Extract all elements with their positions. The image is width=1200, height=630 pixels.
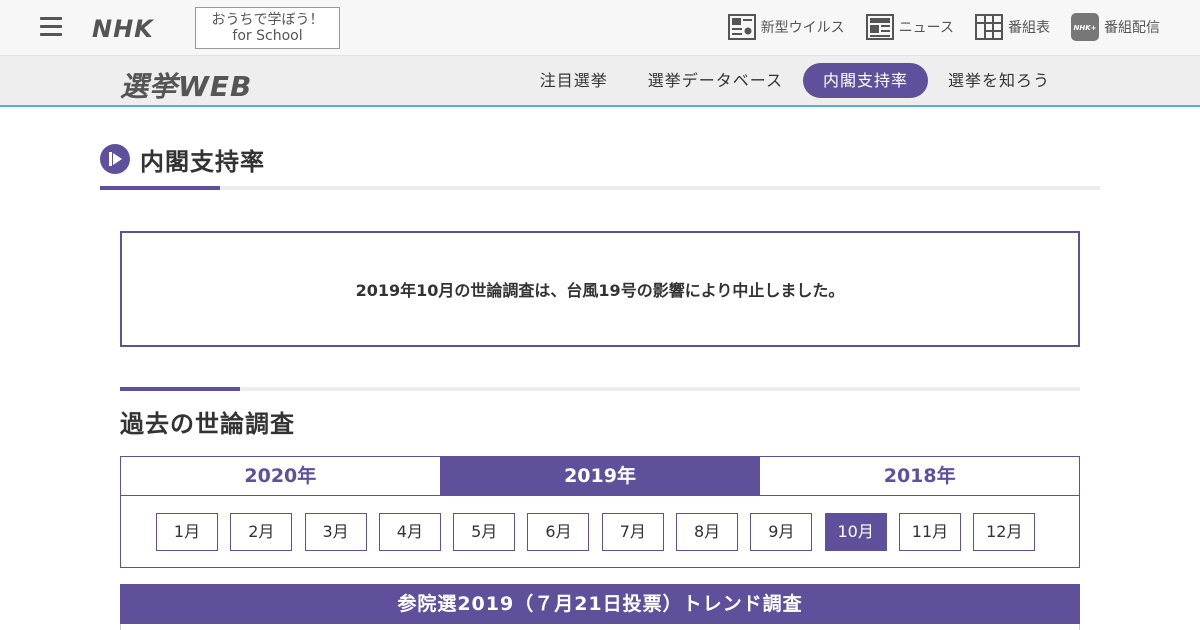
month-selector: 1月 2月 3月 4月 5月 6月 7月 8月 9月 10月 11月 12月 [120,495,1080,568]
month-button-12[interactable]: 12月 [973,513,1036,551]
nav-link-featured[interactable]: 注目選挙 [520,63,628,98]
for-school-line2: for School [232,28,303,44]
page-heading: 内閣支持率 [100,140,1100,191]
month-button-4[interactable]: 4月 [378,513,441,551]
month-row: 1月 2月 3月 4月 5月 6月 7月 8月 9月 10月 11月 12月 [156,513,1048,551]
news-icon [865,13,895,41]
section-divider [120,387,1080,391]
month-button-8[interactable]: 8月 [676,513,739,551]
tab-2018[interactable]: 2018年 [760,456,1081,496]
election-nav: 選挙WEB 注目選挙 選挙データベース 内閣支持率 選挙を知ろう [0,56,1200,107]
tab-2019[interactable]: 2019年 [440,456,761,496]
tab-2020[interactable]: 2020年 [120,456,441,496]
month-button-3[interactable]: 3月 [304,513,367,551]
election-nav-links: 注目選挙 選挙データベース 内閣支持率 選挙を知ろう [520,63,1070,98]
global-header: NHK おうちで学ぼう！ for School 新型ウイルス ニュース 番組表 … [0,0,1200,56]
nav-program[interactable]: 番組表 [974,13,1050,41]
senkyo-web-logo[interactable]: 選挙WEB [120,65,252,105]
notice-text: 2019年10月の世論調査は、台風19号の影響により中止しました。 [355,281,845,300]
program-grid-icon [974,13,1004,41]
play-flag-icon [100,144,130,174]
nav-link-cabinet-approval[interactable]: 内閣支持率 [802,63,928,98]
cancellation-notice: 2019年10月の世論調査は、台風19号の影響により中止しました。 [120,231,1080,347]
nav-virus[interactable]: 新型ウイルス [727,13,845,41]
month-button-1[interactable]: 1月 [156,513,218,551]
month-button-5[interactable]: 5月 [453,513,516,551]
month-button-9[interactable]: 9月 [750,513,813,551]
nhk-plus-icon: NHK+ [1070,13,1100,41]
past-surveys-title: 過去の世論調査 [120,410,295,438]
nav-news[interactable]: ニュース [865,13,954,41]
month-button-2[interactable]: 2月 [230,513,293,551]
section-divider-accent [120,387,240,391]
trend-survey-title: 参院選2019（７月21日投票）トレンド調査 [397,593,803,615]
month-button-6[interactable]: 6月 [527,513,590,551]
menu-icon[interactable] [40,17,62,37]
nav-program-label: 番組表 [1008,20,1050,36]
page-title: 内閣支持率 [140,148,265,176]
month-button-7[interactable]: 7月 [601,513,664,551]
nav-plus[interactable]: NHK+ 番組配信 [1070,13,1160,41]
for-school-line1: おうちで学ぼう！ [211,12,324,28]
trend-survey-body [120,624,1080,630]
month-button-10[interactable]: 10月 [824,513,887,551]
nav-plus-label: 番組配信 [1104,20,1160,36]
nhk-logo[interactable]: NHK [92,15,154,43]
nav-news-label: ニュース [898,20,954,36]
nav-link-learn[interactable]: 選挙を知ろう [928,63,1070,98]
for-school-button[interactable]: おうちで学ぼう！ for School [195,7,340,49]
trend-survey-heading[interactable]: 参院選2019（７月21日投票）トレンド調査 [120,584,1080,624]
month-button-11[interactable]: 11月 [898,513,961,551]
heading-divider [100,186,1100,190]
year-tabs: 2020年 2019年 2018年 [120,456,1081,496]
heading-divider-accent [100,186,220,190]
svg-text:NHK+: NHK+ [1073,24,1096,32]
nav-virus-label: 新型ウイルス [760,20,845,36]
virus-news-icon [727,13,757,41]
nav-link-database[interactable]: 選挙データベース [628,63,803,98]
global-nav: 新型ウイルス ニュース 番組表 NHK+ 番組配信 [707,13,1160,41]
